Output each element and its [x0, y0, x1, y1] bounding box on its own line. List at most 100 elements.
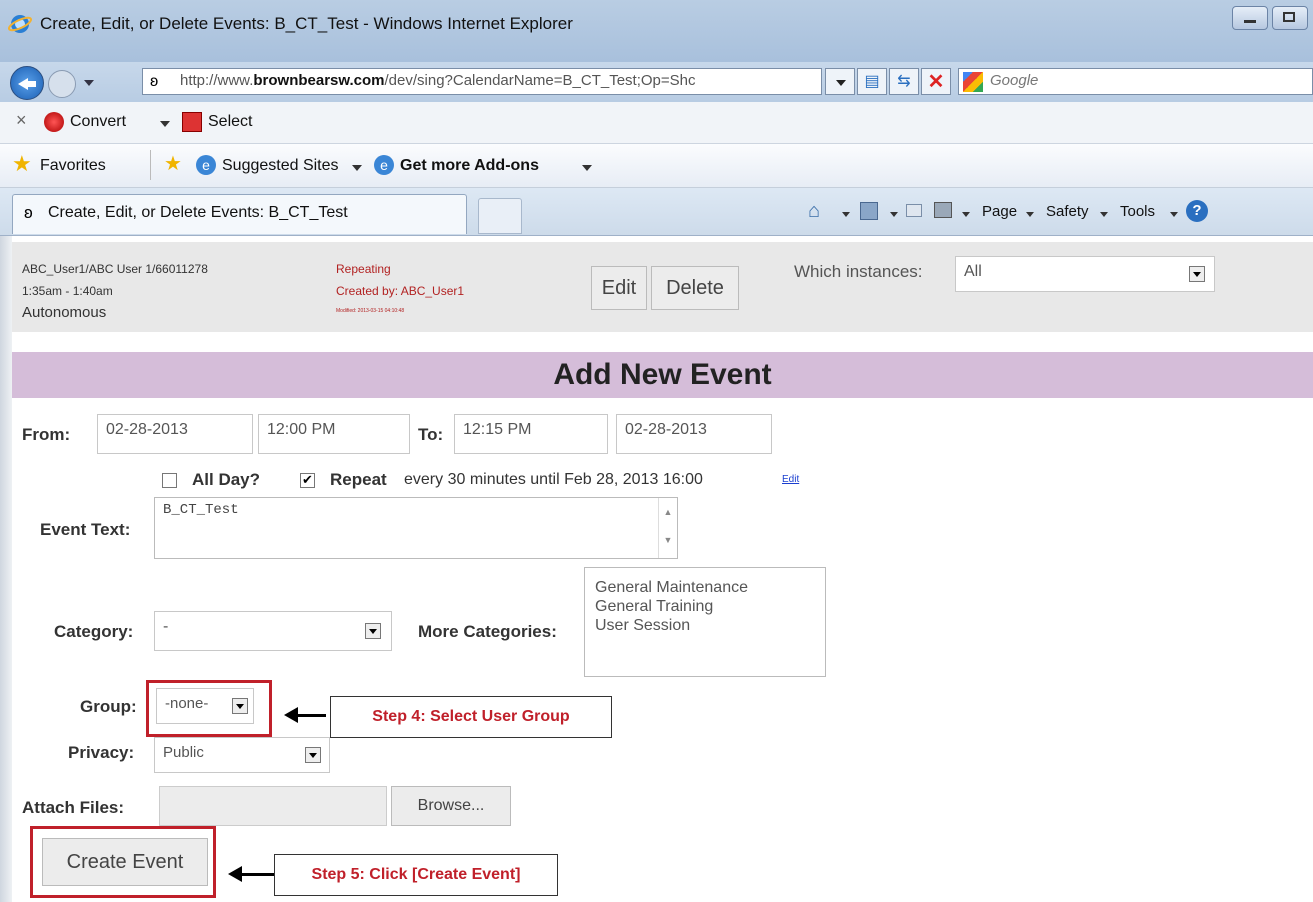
tools-menu[interactable]: Tools	[1120, 203, 1155, 220]
window-title: Create, Edit, or Delete Events: B_CT_Tes…	[40, 14, 573, 33]
step4-highlight-box	[146, 680, 272, 737]
safety-dropdown-icon[interactable]	[1100, 212, 1108, 217]
attach-files-label: Attach Files:	[22, 798, 125, 817]
edit-button[interactable]: Edit	[591, 266, 647, 310]
event-time: 1:35am - 1:40am	[22, 284, 113, 298]
search-placeholder: Google	[990, 72, 1039, 89]
safety-menu[interactable]: Safety	[1046, 203, 1089, 220]
which-instances-label: Which instances:	[794, 262, 923, 281]
from-date-input[interactable]: 02-28-2013	[97, 414, 253, 454]
browse-button[interactable]: Browse...	[391, 786, 511, 826]
compatibility-view-icon[interactable]: ▤	[857, 68, 887, 95]
close-toolbar-icon[interactable]: ×	[16, 110, 27, 131]
chevron-down-icon	[365, 623, 381, 639]
step5-callout: Step 5: Click [Create Event]	[274, 854, 558, 896]
window-controls	[1232, 6, 1313, 34]
new-tab-button[interactable]	[478, 198, 522, 234]
event-modified: Modified: 2013-03-15 04:10:48	[336, 308, 405, 314]
tab-title: Create, Edit, or Delete Events: B_CT_Tes…	[48, 204, 348, 221]
more-categories-listbox[interactable]: General Maintenance General Training Use…	[584, 567, 826, 677]
event-text-value: B_CT_Test	[163, 502, 239, 518]
chevron-down-icon	[305, 747, 321, 763]
refresh-icon[interactable]: ⇆	[889, 68, 919, 95]
step5-arrowhead	[228, 866, 242, 882]
google-icon	[963, 72, 983, 92]
event-text-label: Event Text:	[40, 520, 131, 539]
suggested-sites-dropdown-icon[interactable]	[352, 165, 362, 171]
ie-page-icon: e	[374, 155, 394, 175]
feeds-icon[interactable]	[860, 202, 878, 220]
event-category: Autonomous	[22, 304, 107, 321]
minimize-button[interactable]	[1232, 6, 1268, 30]
all-day-checkbox[interactable]	[162, 473, 177, 488]
from-label: From:	[22, 425, 71, 444]
history-dropdown-icon[interactable]	[84, 80, 94, 86]
chevron-down-icon	[1189, 266, 1205, 282]
privacy-label: Privacy:	[68, 743, 135, 762]
textarea-scrollbar[interactable]: ▲ ▼	[658, 498, 677, 558]
step5-arrow	[240, 873, 274, 876]
site-favicon-icon: ʚ	[150, 73, 159, 90]
event-repeating-label: Repeating	[336, 262, 391, 276]
step4-arrowhead	[284, 707, 298, 723]
privacy-select[interactable]: Public	[154, 737, 330, 773]
page-dropdown-icon[interactable]	[1026, 212, 1034, 217]
list-item[interactable]: General Maintenance	[595, 578, 748, 597]
page-title: Add New Event	[553, 358, 772, 391]
list-item[interactable]: General Training	[595, 597, 748, 616]
step5-highlight-box	[30, 826, 216, 898]
all-day-label: All Day?	[192, 470, 261, 489]
forward-button[interactable]	[48, 70, 76, 98]
home-dropdown-icon[interactable]	[842, 212, 850, 217]
delete-button[interactable]: Delete	[651, 266, 739, 310]
repeat-edit-link[interactable]: Edit	[782, 474, 799, 485]
print-icon[interactable]	[934, 202, 952, 218]
divider	[150, 150, 151, 180]
repeat-description: every 30 minutes until Feb 28, 2013 16:0…	[404, 471, 703, 488]
maximize-button[interactable]	[1272, 6, 1308, 30]
to-label: To:	[418, 425, 444, 444]
home-icon[interactable]: ⌂	[808, 200, 820, 223]
back-button[interactable]	[10, 66, 44, 100]
print-dropdown-icon[interactable]	[962, 212, 970, 217]
step4-arrow	[296, 714, 326, 717]
tools-dropdown-icon[interactable]	[1170, 212, 1178, 217]
help-icon[interactable]: ?	[1186, 200, 1208, 222]
get-addons-link[interactable]: Get more Add-ons	[400, 157, 539, 175]
category-select[interactable]: -	[154, 611, 392, 651]
convert-icon	[44, 112, 64, 132]
which-instances-select[interactable]: All	[955, 256, 1215, 292]
page-menu[interactable]: Page	[982, 203, 1017, 220]
ie-page-icon: e	[196, 155, 216, 175]
from-time-input[interactable]: 12:00 PM	[258, 414, 410, 454]
which-instances-value: All	[964, 263, 982, 280]
group-label: Group:	[80, 697, 137, 716]
add-favorites-icon[interactable]: ★	[164, 152, 182, 176]
favorites-star-icon: ★	[12, 151, 32, 176]
repeat-label: Repeat	[330, 470, 387, 489]
more-categories-label: More Categories:	[418, 622, 557, 641]
window-left-edge	[0, 236, 12, 902]
category-value: -	[163, 618, 169, 635]
favorites-button[interactable]: Favorites	[40, 157, 106, 175]
attach-file-input[interactable]	[159, 786, 387, 826]
convert-button[interactable]: Convert	[70, 113, 126, 131]
suggested-sites-link[interactable]: Suggested Sites	[222, 157, 339, 175]
to-time-input[interactable]: 12:15 PM	[454, 414, 608, 454]
address-url[interactable]: http://www.brownbearsw.com/dev/sing?Cale…	[180, 72, 810, 89]
feeds-dropdown-icon[interactable]	[890, 212, 898, 217]
event-text-area[interactable]: B_CT_Test ▲ ▼	[154, 497, 678, 559]
internet-explorer-icon	[8, 15, 32, 33]
to-date-input[interactable]: 02-28-2013	[616, 414, 772, 454]
convert-dropdown-icon[interactable]	[160, 121, 170, 127]
repeat-checkbox[interactable]: ✔	[300, 473, 315, 488]
address-dropdown-icon[interactable]	[825, 68, 855, 95]
addons-dropdown-icon[interactable]	[582, 165, 592, 171]
privacy-value: Public	[163, 744, 204, 761]
list-item[interactable]: User Session	[595, 616, 748, 635]
select-button[interactable]: Select	[208, 113, 252, 131]
select-icon	[182, 112, 202, 132]
tab-favicon-icon: ʚ	[24, 203, 33, 222]
mail-icon[interactable]	[906, 204, 922, 217]
stop-icon[interactable]: ✕	[921, 68, 951, 95]
